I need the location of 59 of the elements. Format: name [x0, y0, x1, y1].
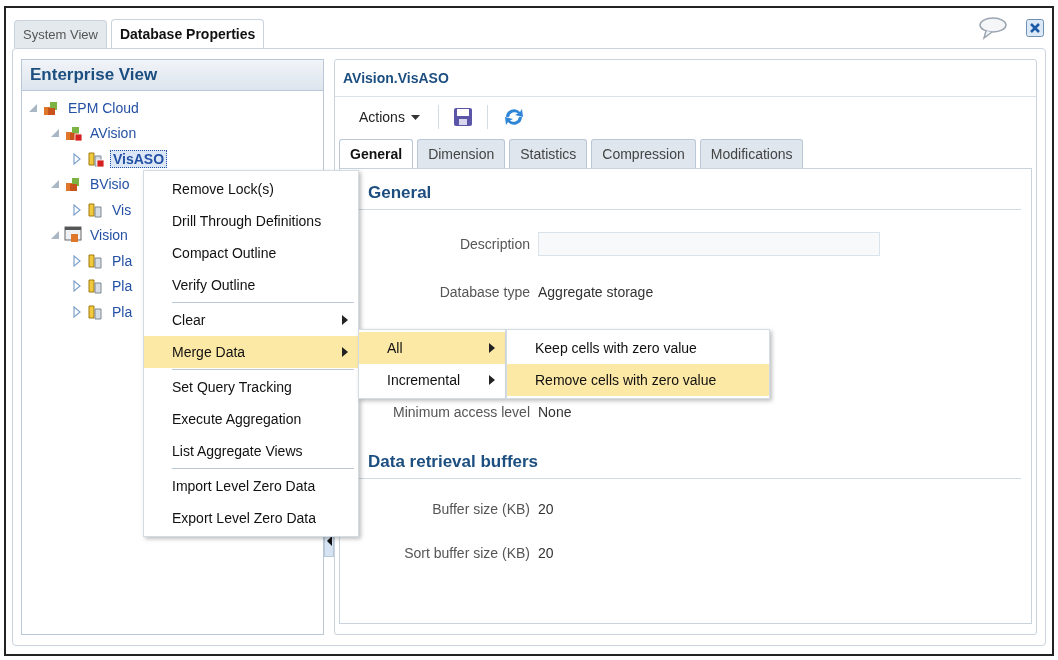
close-icon[interactable] — [1026, 19, 1044, 37]
description-field[interactable] — [538, 232, 880, 256]
tab[interactable]: Compression — [591, 139, 696, 168]
field-label: Minimum access level — [392, 404, 530, 420]
field-value: 20 — [538, 545, 555, 561]
tab[interactable]: Database Properties — [110, 19, 265, 48]
panel-title: Enterprise View — [22, 60, 323, 91]
locked-database-icon — [86, 149, 106, 168]
menu-item[interactable]: Keep cells with zero value — [507, 332, 769, 364]
tree-toggle-icon[interactable] — [72, 254, 82, 267]
tree-item[interactable]: VisASO — [110, 149, 168, 168]
tree-item[interactable]: AVision — [88, 125, 139, 142]
tree-toggle-icon[interactable] — [50, 229, 60, 242]
tab[interactable]: System View — [14, 20, 107, 48]
menu-item[interactable]: All — [359, 332, 505, 364]
tree-item[interactable]: Pla — [110, 278, 135, 295]
locked-cubes-icon — [64, 124, 84, 143]
menu-item[interactable]: Clear — [144, 304, 358, 336]
field-label: Sort buffer size (KB) — [403, 545, 530, 561]
field-label: Database type — [438, 284, 530, 300]
tree-item[interactable]: Pla — [110, 252, 135, 269]
menu-item[interactable]: Merge Data — [144, 336, 358, 368]
tree-item[interactable]: EPM Cloud — [66, 99, 141, 116]
tab[interactable]: General — [339, 139, 414, 168]
menu-item[interactable]: Execute Aggregation — [144, 403, 358, 435]
actions-button[interactable]: Actions — [355, 107, 424, 127]
submenu-arrow-icon — [489, 375, 495, 385]
caret-icon — [410, 114, 420, 120]
tree-item[interactable]: BVisio — [88, 176, 132, 193]
menu-item[interactable]: Remove cells with zero value — [507, 364, 769, 396]
chat-bubble-icon[interactable] — [978, 16, 1008, 40]
field-label: Description — [458, 236, 530, 252]
tab[interactable]: Modifications — [699, 139, 804, 168]
menu-item[interactable]: Export Level Zero Data — [144, 502, 358, 534]
menu-item[interactable]: Set Query Tracking — [144, 371, 358, 403]
tree-item[interactable]: Pla — [110, 303, 135, 320]
menu-item[interactable]: Verify Outline — [144, 269, 358, 301]
field-value: 20 — [538, 501, 555, 517]
panel-title: AVision.VisASO — [335, 60, 1036, 97]
tree-toggle-icon[interactable] — [72, 305, 82, 318]
tree-item[interactable]: Vision — [88, 227, 130, 244]
tree-toggle-icon[interactable] — [72, 152, 82, 165]
submenu-arrow-icon — [342, 315, 348, 325]
tree-item[interactable]: Vis — [110, 201, 134, 218]
submenu-arrow-icon — [489, 343, 495, 353]
field-label: Buffer size (KB) — [431, 501, 530, 517]
window-cubes-icon — [64, 226, 84, 245]
tab[interactable]: Dimension — [417, 139, 506, 168]
menu-item[interactable]: Compact Outline — [144, 237, 358, 269]
submenu-arrow-icon — [342, 347, 348, 357]
tree-toggle-icon[interactable] — [50, 127, 60, 140]
tree-toggle-icon[interactable] — [72, 203, 82, 216]
field-value: Aggregate storage — [538, 284, 655, 300]
menu-item[interactable]: Incremental — [359, 364, 505, 396]
field-value: None — [538, 404, 573, 420]
tab[interactable]: Statistics — [509, 139, 588, 168]
save-icon[interactable] — [452, 107, 473, 127]
tree-toggle-icon[interactable] — [50, 178, 60, 191]
tree-toggle-icon[interactable] — [72, 280, 82, 293]
